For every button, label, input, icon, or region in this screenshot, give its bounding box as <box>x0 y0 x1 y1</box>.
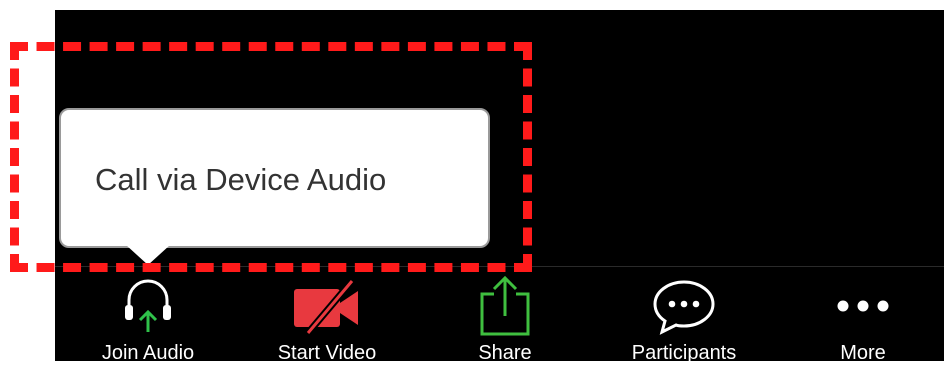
more-label: More <box>840 342 886 364</box>
participants-button[interactable]: Participants <box>620 272 748 364</box>
start-video-button[interactable]: Start Video <box>272 272 382 364</box>
join-audio-button[interactable]: Join Audio <box>98 272 198 364</box>
participants-label: Participants <box>631 342 737 364</box>
more-dots-icon <box>837 300 889 312</box>
more-button[interactable]: More <box>823 272 903 364</box>
share-button[interactable]: Share <box>465 272 545 364</box>
headphones-icon <box>125 279 171 332</box>
start-video-label: Start Video <box>277 342 377 364</box>
share-label: Share <box>478 342 532 364</box>
join-audio-label: Join Audio <box>101 342 195 364</box>
video-off-icon <box>294 279 358 335</box>
highlight-box <box>10 42 532 272</box>
chat-bubble-icon <box>653 280 715 335</box>
share-icon <box>480 275 530 336</box>
